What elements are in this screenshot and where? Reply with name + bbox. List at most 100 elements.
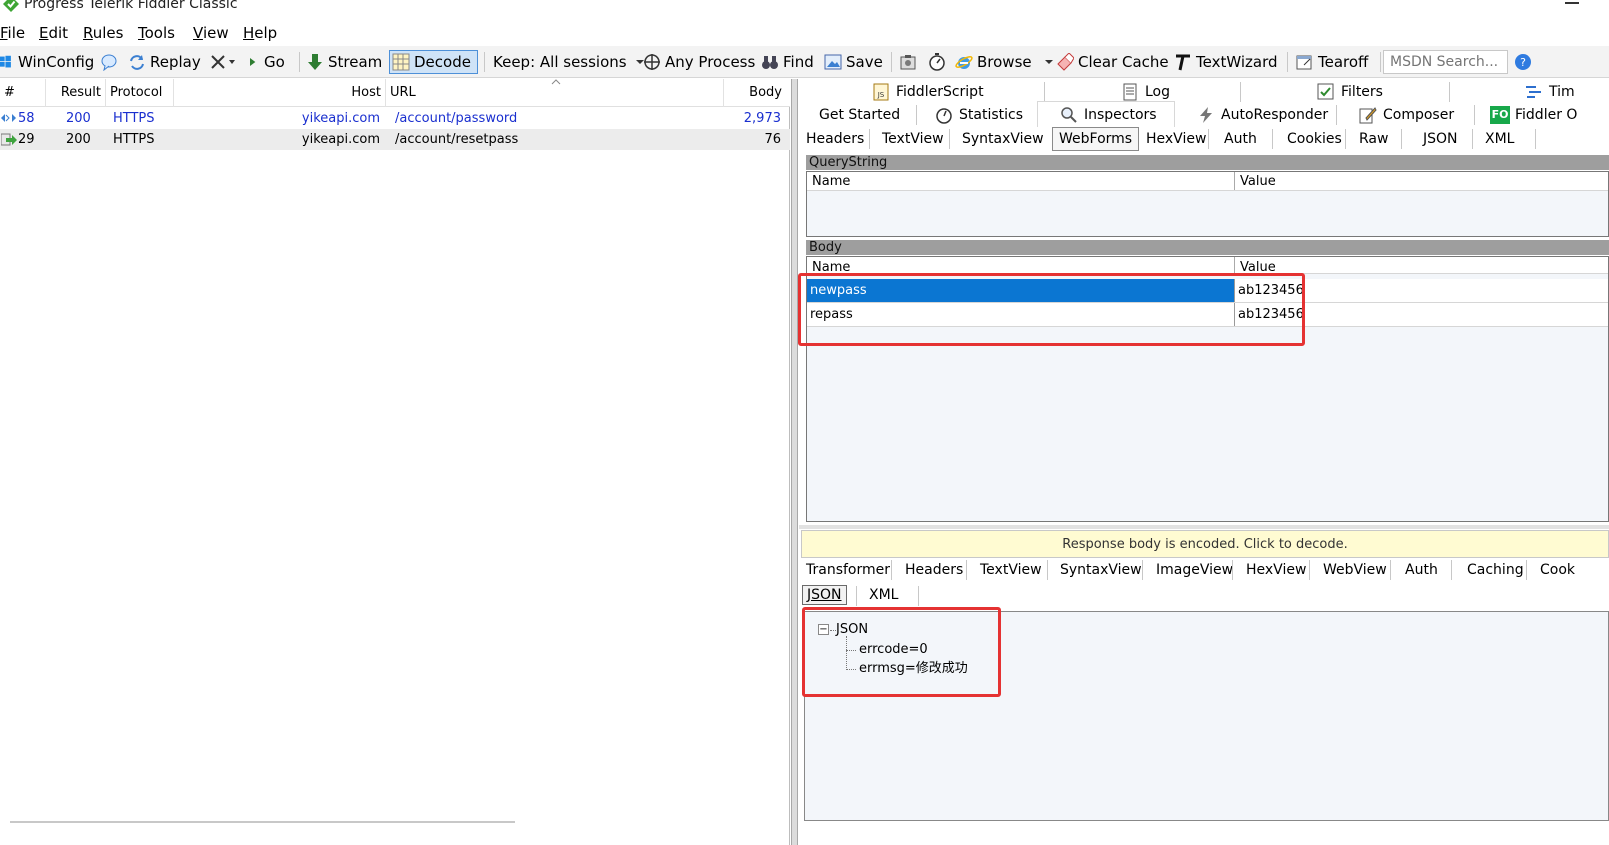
req-tab-xml[interactable]: XML xyxy=(1485,128,1514,150)
querystring-col-name[interactable]: Name xyxy=(807,172,1235,190)
clear-cache-button[interactable]: Clear Cache xyxy=(1056,50,1169,74)
inspector-horizontal-splitter[interactable] xyxy=(799,525,1609,529)
tab-separator xyxy=(918,586,919,606)
column-header-result[interactable]: Result xyxy=(46,79,106,107)
winconfig-button[interactable]: WinConfig xyxy=(0,50,94,74)
req-tab-auth[interactable]: Auth xyxy=(1224,128,1257,150)
msdn-search-input[interactable] xyxy=(1383,50,1508,74)
req-tab-json[interactable]: JSON xyxy=(1423,128,1458,150)
tab-fiddlerscript[interactable]: JS FiddlerScript xyxy=(872,81,984,103)
body-col-value[interactable]: Value xyxy=(1235,257,1608,273)
tab-composer[interactable]: Composer xyxy=(1359,104,1454,126)
session-row[interactable]: 29 200 HTTPS yikeapi.com /account/resetp… xyxy=(0,129,790,150)
resp-tab-textview[interactable]: TextView xyxy=(980,559,1042,581)
tab-log[interactable]: Log xyxy=(1121,81,1170,103)
resp-tab-webview[interactable]: WebView xyxy=(1323,559,1387,581)
inspector-pane: JS FiddlerScript Log Filters Tim Get Sta… xyxy=(798,79,1609,845)
querystring-col-value[interactable]: Value xyxy=(1235,172,1608,190)
replay-button[interactable]: Replay xyxy=(128,50,201,74)
remove-sessions-button[interactable] xyxy=(209,50,236,74)
comment-button[interactable] xyxy=(100,50,122,74)
decode-button[interactable]: Decode xyxy=(389,50,478,74)
tab-separator xyxy=(1240,82,1241,102)
tab-filters[interactable]: Filters xyxy=(1317,81,1383,103)
column-header-number[interactable]: # xyxy=(0,79,46,107)
querystring-grid[interactable]: Name Value xyxy=(806,171,1609,237)
querystring-grid-header: Name Value xyxy=(807,172,1608,191)
tab-fiddler-orchestra[interactable]: FO Fiddler O xyxy=(1490,104,1577,126)
session-list[interactable]: # Result Protocol Host URL Body 58 200 H… xyxy=(0,79,790,845)
session-list-header: # Result Protocol Host URL Body xyxy=(0,79,790,107)
resp-tab-hexview[interactable]: HexView xyxy=(1246,559,1306,581)
menu-view[interactable]: View xyxy=(193,24,229,42)
tab-get-started[interactable]: Get Started xyxy=(819,104,900,126)
menu-edit[interactable]: Edit xyxy=(39,24,68,42)
go-button[interactable]: Go xyxy=(248,50,285,74)
sort-ascending-icon xyxy=(551,79,561,85)
timer-button[interactable] xyxy=(928,50,950,74)
session-list-scrollbar[interactable] xyxy=(10,821,515,823)
tab-timeline[interactable]: Tim xyxy=(1525,81,1575,103)
help-button[interactable]: ? xyxy=(1514,50,1536,74)
tab-statistics[interactable]: Statistics xyxy=(935,104,1023,126)
minimize-button[interactable] xyxy=(1565,2,1579,4)
body-col-name[interactable]: Name xyxy=(807,257,1235,273)
fiddler-orchestra-icon: FO xyxy=(1490,106,1510,124)
browse-button[interactable]: Browse xyxy=(955,50,1054,74)
tab-autoresponder[interactable]: AutoResponder xyxy=(1197,104,1328,126)
column-header-host[interactable]: Host xyxy=(174,79,386,107)
session-row[interactable]: 58 200 HTTPS yikeapi.com /account/passwo… xyxy=(0,108,790,129)
session-result: 200 xyxy=(66,132,91,147)
log-document-icon xyxy=(1123,83,1137,101)
tab-separator xyxy=(1535,129,1536,149)
req-tab-hexview[interactable]: HexView xyxy=(1146,128,1206,150)
screenshot-button[interactable] xyxy=(899,50,921,74)
menu-rules[interactable]: Rules xyxy=(83,24,123,42)
textwizard-button[interactable]: TextWizard xyxy=(1174,50,1278,74)
req-tab-cookies[interactable]: Cookies xyxy=(1287,128,1342,150)
windows-icon xyxy=(0,55,11,68)
column-header-protocol[interactable]: Protocol xyxy=(106,79,174,107)
resp-subtab-xml[interactable]: XML xyxy=(869,584,898,606)
resp-tab-transformer[interactable]: Transformer xyxy=(806,559,890,581)
resp-tab-cookies[interactable]: Cook xyxy=(1540,559,1575,581)
stopwatch-icon xyxy=(936,108,952,124)
inspectors-magnifier-icon xyxy=(1061,106,1077,123)
menu-tools[interactable]: Tools xyxy=(138,24,175,42)
menu-help[interactable]: Help xyxy=(243,24,277,42)
toolbar-separator xyxy=(484,52,485,72)
menu-file[interactable]: File xyxy=(0,24,25,42)
req-tab-headers[interactable]: Headers xyxy=(806,128,864,150)
resp-tab-imageview[interactable]: ImageView xyxy=(1156,559,1233,581)
resp-tab-auth[interactable]: Auth xyxy=(1405,559,1438,581)
req-tab-syntaxview[interactable]: SyntaxView xyxy=(962,128,1044,150)
keep-sessions-dropdown[interactable]: Keep: All sessions xyxy=(493,50,645,74)
highlight-annotation-box xyxy=(798,273,1305,346)
tab-separator xyxy=(1232,560,1233,580)
composer-pencil-icon xyxy=(1359,107,1377,124)
tab-separator xyxy=(1208,129,1209,149)
tab-separator xyxy=(1526,560,1527,580)
req-tab-webforms[interactable]: WebForms xyxy=(1052,127,1140,151)
stream-button[interactable]: Stream xyxy=(306,50,382,74)
pane-splitter[interactable] xyxy=(791,79,798,845)
response-encoded-banner[interactable]: Response body is encoded. Click to decod… xyxy=(801,530,1609,558)
tab-inspectors[interactable]: Inspectors xyxy=(1037,101,1175,127)
tearoff-button[interactable]: Tearoff xyxy=(1296,50,1368,74)
any-process-button[interactable]: Any Process xyxy=(643,50,755,74)
resp-subtab-json[interactable]: JSON xyxy=(802,585,847,605)
session-protocol: HTTPS xyxy=(113,111,155,126)
column-header-body[interactable]: Body xyxy=(724,79,786,107)
tab-separator xyxy=(1449,82,1450,102)
resp-tab-headers[interactable]: Headers xyxy=(905,559,963,581)
save-button[interactable]: Save xyxy=(824,50,883,74)
close-x-icon xyxy=(211,55,225,69)
resp-tab-syntaxview[interactable]: SyntaxView xyxy=(1060,559,1142,581)
response-arrow-icon xyxy=(1,133,17,146)
req-tab-textview[interactable]: TextView xyxy=(882,128,944,150)
resp-tab-caching[interactable]: Caching xyxy=(1467,559,1524,581)
session-protocol: HTTPS xyxy=(113,132,155,147)
tab-separator xyxy=(949,129,950,149)
find-button[interactable]: Find xyxy=(761,50,814,74)
req-tab-raw[interactable]: Raw xyxy=(1359,128,1388,150)
